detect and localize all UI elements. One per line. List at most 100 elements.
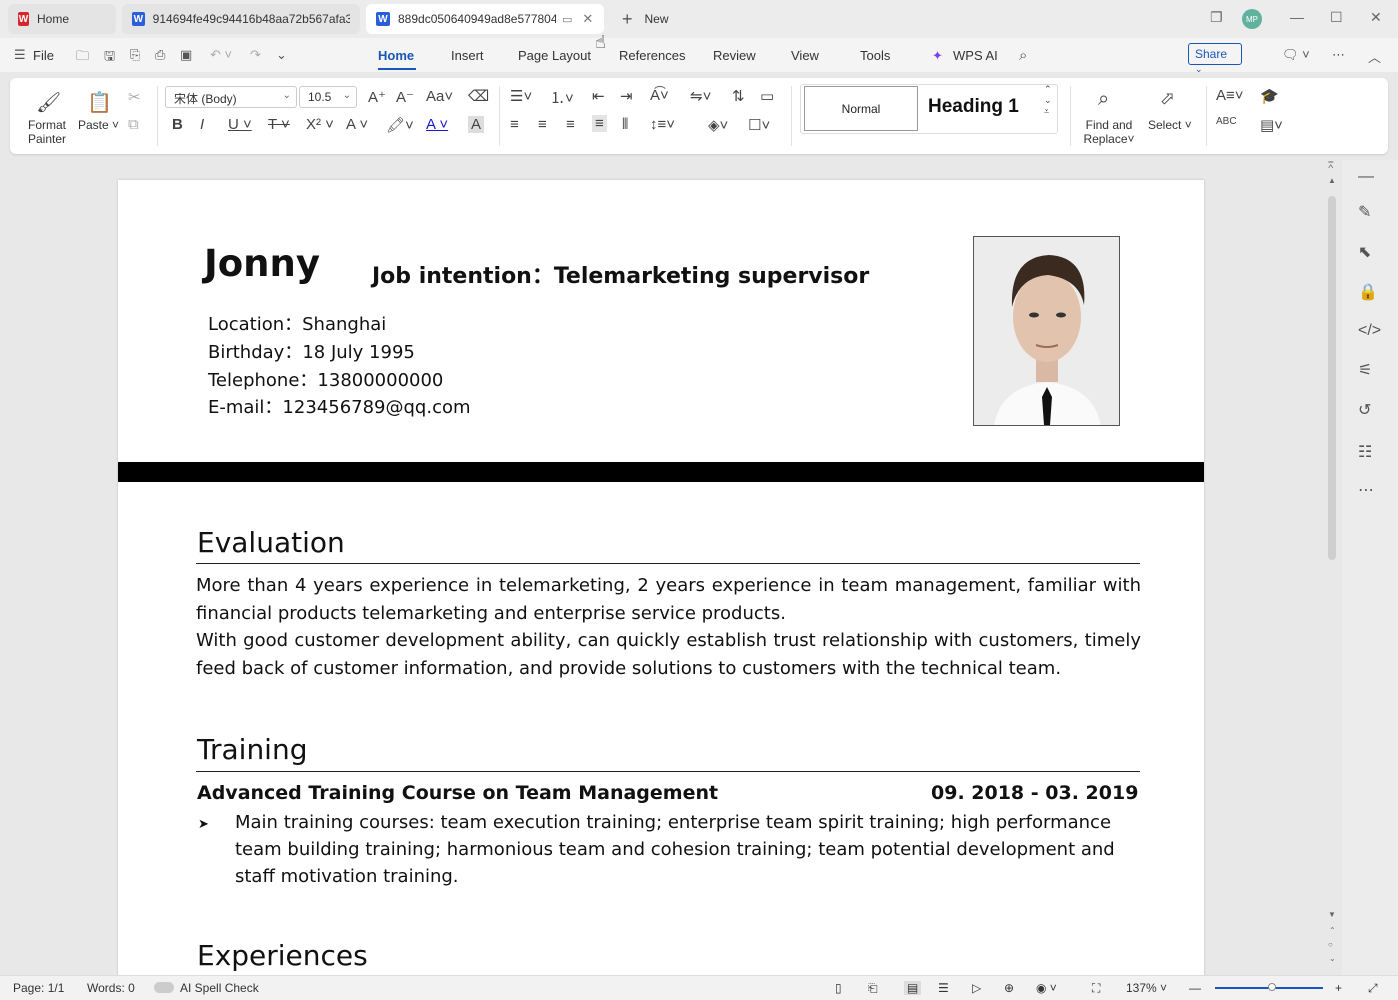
graduation-cap-icon[interactable]: 🎓 — [1260, 87, 1279, 105]
undo-icon[interactable]: ↶ ˅ — [210, 47, 232, 63]
code-icon[interactable]: </> — [1358, 322, 1381, 340]
outline-icon[interactable]: ☷ — [1358, 442, 1372, 462]
font-name-select[interactable]: 宋体 (Body) ⌄ — [165, 86, 297, 108]
cut-icon[interactable]: ✂ — [128, 88, 141, 106]
zoom-in-icon[interactable]: + — [1335, 981, 1342, 995]
sort-icon[interactable]: ⇅ — [732, 87, 745, 105]
distributed-icon[interactable]: ⫴ — [622, 116, 628, 133]
clear-format-icon[interactable]: ⌫ — [468, 87, 489, 105]
print-preview-icon[interactable]: ▣ — [180, 47, 192, 63]
find-replace-button[interactable]: Find and Replace˅ — [1080, 118, 1138, 146]
format-painter-icon[interactable]: 🖌 — [36, 90, 61, 115]
document-area[interactable]: Jonny Job intention：Telemarketing superv… — [0, 160, 1398, 975]
section-title-experiences[interactable]: Experiences — [197, 939, 368, 972]
tab-home[interactable]: Home — [378, 48, 414, 63]
close-window-icon[interactable]: ✕ — [1370, 9, 1382, 26]
superscript-icon[interactable]: X² ˅ — [306, 116, 334, 133]
tab-insert[interactable]: Insert — [451, 48, 484, 63]
document-assist-icon[interactable]: ▤˅ — [1260, 116, 1283, 134]
evaluation-paragraph-2[interactable]: With good customer development ability, … — [196, 627, 1141, 682]
show-marks-icon[interactable]: ▭ — [760, 87, 774, 105]
tab-document-1[interactable]: W 914694fe49c94416b48aa72b567afa30 — [122, 4, 360, 34]
align-center-icon[interactable]: ≡ — [538, 116, 547, 133]
search-icon[interactable]: ⌕ — [1019, 47, 1027, 64]
export-icon[interactable]: ⎘ — [130, 47, 140, 63]
browse-object-icon[interactable]: ○ — [1328, 940, 1333, 949]
hamburger-icon[interactable]: ☰ — [14, 47, 26, 63]
maximize-icon[interactable]: ☐ — [1330, 9, 1343, 26]
tab-document-2[interactable]: W 889dc050640949ad8e57780464 ▭ ✕ — [366, 4, 604, 34]
change-case-icon[interactable]: Aa˅ — [426, 88, 453, 105]
user-avatar[interactable]: MP — [1242, 9, 1262, 29]
more-icon[interactable]: ⋯ — [1358, 480, 1374, 500]
birthday-line[interactable]: Birthday：18 July 1995 — [208, 338, 415, 364]
scroll-down-icon[interactable]: ▼ — [1328, 910, 1336, 919]
zoom-level[interactable]: 137% ˅ — [1126, 981, 1167, 995]
align-right-icon[interactable]: ≡ — [566, 116, 575, 133]
text-tools-icon[interactable]: A≡˅ — [1216, 87, 1244, 104]
tab-view[interactable]: View — [791, 48, 819, 63]
increase-font-icon[interactable]: A⁺ — [368, 88, 386, 106]
next-page-icon[interactable]: ⌄ — [1329, 954, 1336, 963]
document-page[interactable]: Jonny Job intention：Telemarketing superv… — [118, 180, 1204, 975]
scrollbar-thumb[interactable] — [1328, 196, 1336, 560]
new-tab-button[interactable]: + New — [612, 4, 684, 34]
shading-icon[interactable]: ◈˅ — [708, 116, 728, 134]
evaluation-paragraph-1[interactable]: More than 4 years experience in telemark… — [196, 572, 1141, 627]
redo-icon[interactable]: ↷ — [250, 47, 261, 63]
monitor-icon[interactable]: ▭ — [562, 13, 572, 26]
decrease-font-icon[interactable]: A⁻ — [396, 88, 414, 106]
wrap-icon[interactable]: ⇋˅ — [690, 87, 711, 105]
style-heading-1[interactable]: Heading 1 — [928, 96, 1019, 118]
collapse-icon[interactable]: — — [1358, 168, 1374, 186]
prev-page-icon[interactable]: ⌃ — [1329, 926, 1336, 935]
comment-icon[interactable]: 🗨 ˅ — [1282, 47, 1310, 63]
borders-icon[interactable]: ☐˅ — [748, 116, 770, 134]
tab-page-layout[interactable]: Page Layout — [518, 48, 591, 63]
open-folder-icon[interactable]: 🗀 — [76, 47, 89, 69]
vertical-scrollbar[interactable]: ⩞ ▲ ▼ ⌃ ○ ⌄ — [1326, 160, 1338, 975]
resume-name[interactable]: Jonny — [204, 242, 320, 285]
save-icon[interactable]: 🖫 — [104, 47, 115, 69]
word-count[interactable]: Words: 0 — [87, 981, 135, 995]
page-view-icon[interactable]: ▤ — [904, 981, 922, 995]
paste-icon[interactable]: 📋 — [87, 90, 112, 115]
fit-page-icon[interactable]: ⛶ — [1092, 981, 1100, 996]
increase-indent-icon[interactable]: ⇥ — [620, 87, 633, 105]
decrease-indent-icon[interactable]: ⇤ — [592, 87, 605, 105]
pen-icon[interactable]: ✎ — [1358, 202, 1371, 222]
text-effect-icon[interactable]: A ˅ — [346, 116, 368, 133]
eye-protection-icon[interactable]: ◉ ˅ — [1036, 981, 1057, 995]
copy-icon[interactable]: ⧉ — [128, 116, 139, 133]
justify-icon[interactable]: ≡ — [592, 115, 607, 132]
pointer-icon[interactable]: ⬉ — [1358, 242, 1371, 262]
wps-ai-button[interactable]: WPS AI — [953, 48, 998, 63]
lock-icon[interactable]: 🔒 — [1358, 282, 1378, 302]
telephone-line[interactable]: Telephone：13800000000 — [208, 366, 443, 392]
bullets-icon[interactable]: ☰˅ — [510, 87, 532, 105]
job-intention[interactable]: Job intention：Telemarketing supervisor — [372, 258, 869, 290]
tab-review[interactable]: Review — [713, 48, 756, 63]
training-dates[interactable]: 09. 2018 - 03. 2019 — [931, 782, 1138, 804]
strikethrough-icon[interactable]: T ˅ — [268, 116, 290, 133]
more-icon[interactable]: ⋯ — [1332, 47, 1345, 63]
cursor-select-icon[interactable]: ⬀ — [1160, 88, 1175, 109]
scroll-top-icon[interactable]: ⩞ — [1328, 160, 1333, 171]
file-menu[interactable]: File — [33, 48, 54, 63]
profile-photo[interactable] — [973, 236, 1120, 426]
training-course-title[interactable]: Advanced Training Course on Team Managem… — [197, 782, 718, 804]
window-switch-icon[interactable]: ❐ — [1210, 9, 1223, 26]
zoom-out-icon[interactable]: — — [1189, 981, 1201, 995]
tab-home[interactable]: W Home — [8, 4, 116, 34]
history-icon[interactable]: ↺ — [1358, 400, 1371, 420]
minimize-icon[interactable]: — — [1290, 9, 1304, 25]
font-size-select[interactable]: 10.5 ⌄ — [299, 86, 357, 108]
location-line[interactable]: Location：Shanghai — [208, 310, 386, 336]
character-shading-icon[interactable]: A — [468, 116, 485, 133]
align-left-icon[interactable]: ≡ — [510, 116, 519, 133]
text-direction-icon[interactable]: A͡˅ — [650, 87, 669, 104]
find-icon[interactable]: ⌕ — [1098, 88, 1109, 111]
line-spacing-icon[interactable]: ↕≡˅ — [650, 116, 675, 133]
share-button[interactable]: Share ⌄ — [1188, 43, 1242, 74]
close-tab-icon[interactable]: ✕ — [582, 11, 593, 27]
